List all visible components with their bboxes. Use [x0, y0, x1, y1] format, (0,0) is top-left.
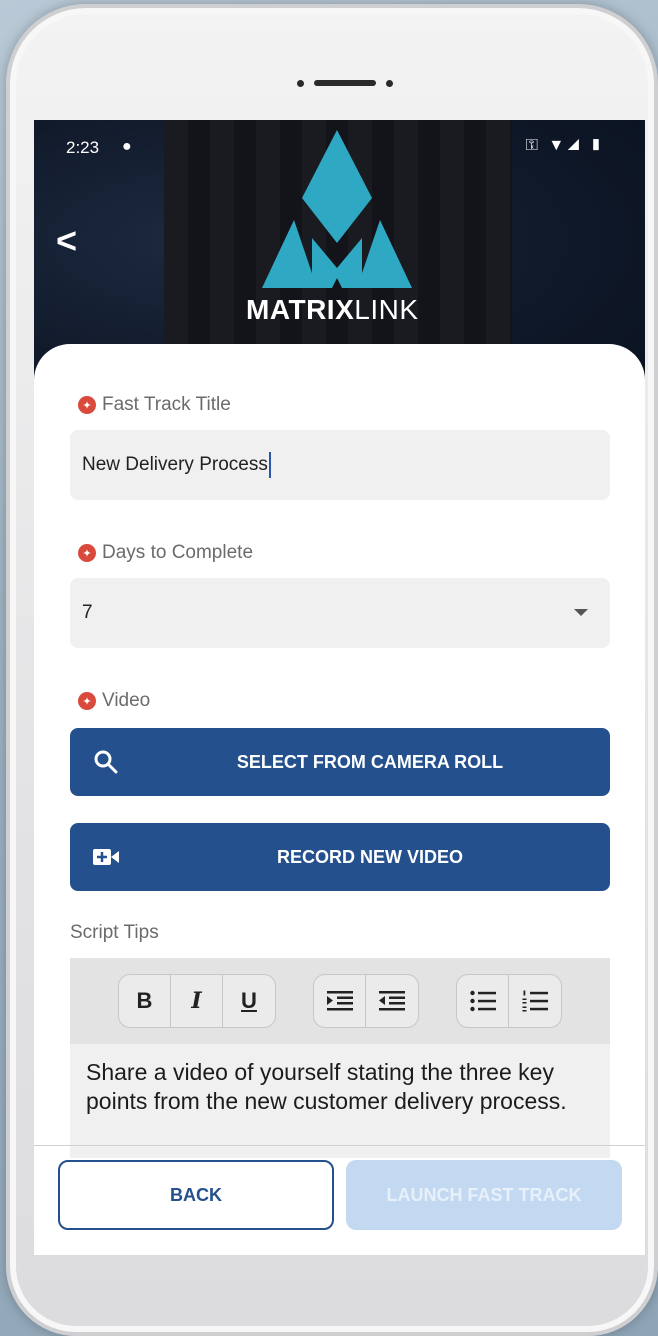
select-camera-roll-button[interactable]: SELECT FROM CAMERA ROLL	[70, 728, 610, 796]
camera-roll-label: SELECT FROM CAMERA ROLL	[236, 752, 504, 772]
status-time: 2:23	[66, 138, 100, 157]
bold-button[interactable]: B	[119, 975, 171, 1027]
chat-bubble-icon: ●	[122, 138, 132, 155]
app-screen: 2:23 ● ⚿ ▼◢ ▮ < MATRIXLINK ✦ Fast Track …	[34, 120, 645, 1255]
launch-fast-track-button[interactable]: LAUNCH FAST TRACK	[346, 1160, 622, 1230]
list-group	[456, 974, 562, 1028]
underline-button[interactable]: U	[223, 975, 275, 1027]
matrixlink-logo-icon	[262, 130, 412, 288]
bold-icon: B	[136, 988, 153, 1013]
bullet-list-icon	[469, 990, 496, 1012]
numbered-list-icon	[522, 990, 548, 1012]
indent-group	[313, 974, 419, 1028]
script-tips-label: Script Tips	[70, 922, 159, 943]
phone-speaker	[293, 78, 403, 88]
title-input-value: New Delivery Process	[82, 454, 268, 475]
editor-toolbar: B I U	[70, 958, 610, 1044]
format-group: B I U	[118, 974, 276, 1028]
title-label: ✦ Fast Track Title	[78, 394, 231, 416]
bullet-list-button[interactable]	[457, 975, 509, 1027]
italic-icon: I	[191, 988, 202, 1014]
required-icon: ✦	[78, 544, 96, 562]
footer-divider	[34, 1145, 645, 1146]
video-label: ✦ Video	[78, 690, 150, 712]
logo-text-bold: MATRIX	[246, 294, 355, 325]
title-label-text: Fast Track Title	[102, 394, 231, 415]
days-select[interactable]: 7	[70, 578, 610, 648]
record-video-label: RECORD NEW VIDEO	[276, 847, 463, 867]
days-label-text: Days to Complete	[102, 542, 254, 563]
script-tips-content: Share a video of yourself stating the th…	[86, 1059, 567, 1114]
indent-button[interactable]	[314, 975, 366, 1027]
logo-wordmark: MATRIXLINK	[246, 294, 419, 326]
days-select-value: 7	[82, 602, 93, 623]
form-card: ✦ Fast Track Title New Delivery Process …	[34, 344, 645, 1255]
dropdown-arrow-icon	[574, 609, 588, 616]
script-tips-editor[interactable]: B I U Share a video of yourself stating …	[70, 958, 610, 1158]
video-label-text: Video	[102, 690, 151, 711]
title-input[interactable]: New Delivery Process	[70, 430, 610, 500]
numbered-list-button[interactable]	[509, 975, 561, 1027]
chevron-left-icon[interactable]: <	[56, 220, 77, 262]
text-caret	[268, 452, 271, 478]
underline-icon: U	[241, 988, 257, 1013]
record-video-button[interactable]: RECORD NEW VIDEO	[70, 823, 610, 891]
indent-icon	[326, 991, 353, 1011]
outdent-icon	[379, 991, 405, 1011]
status-icons: ⚿ ▼◢ ▮	[525, 137, 605, 154]
days-label: ✦ Days to Complete	[78, 542, 253, 564]
outdent-button[interactable]	[366, 975, 418, 1027]
required-icon: ✦	[78, 692, 96, 710]
required-icon: ✦	[78, 396, 96, 414]
back-button[interactable]: BACK	[58, 1160, 334, 1230]
italic-button[interactable]: I	[171, 975, 223, 1027]
logo-text-light: LINK	[354, 294, 419, 325]
